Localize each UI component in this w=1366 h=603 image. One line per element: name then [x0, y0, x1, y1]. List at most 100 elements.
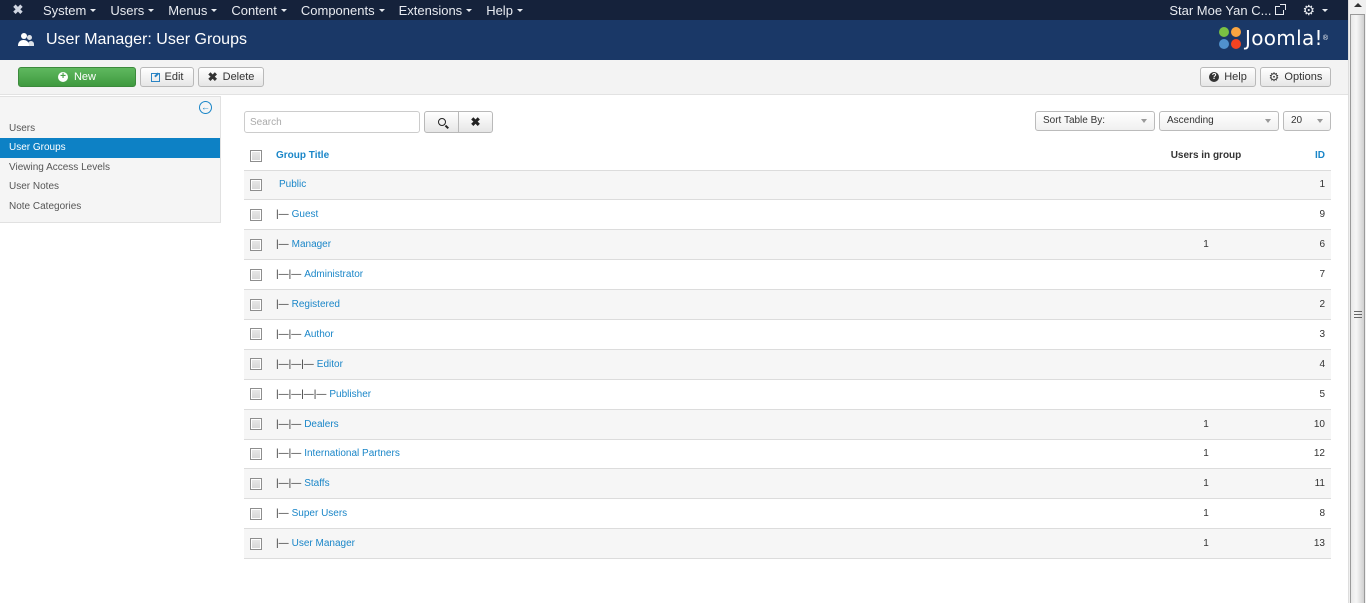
tree-indent: |— — [276, 538, 289, 550]
sidebar-menu: Users User Groups Viewing Access Levels … — [0, 119, 220, 216]
options-button[interactable]: ⚙ Options — [1260, 67, 1331, 87]
users-count — [1151, 379, 1261, 409]
row-checkbox[interactable] — [250, 268, 262, 281]
list-limit-select[interactable]: 20 — [1283, 111, 1331, 131]
order-direction-select[interactable]: Ascending — [1159, 111, 1279, 131]
joomla-logo-icon — [1218, 26, 1242, 50]
sidebar-item-note-categories[interactable]: Note Categories — [0, 197, 220, 216]
sidebar-item-users[interactable]: Users — [0, 119, 220, 138]
group-title-link[interactable]: Dealers — [304, 419, 338, 430]
search-button-group: ✖ — [424, 111, 493, 133]
site-link[interactable]: Star Moe Yan C... — [1169, 3, 1302, 18]
users-count: 1 — [1203, 418, 1209, 430]
scroll-up-arrow-icon[interactable] — [1354, 3, 1362, 7]
caret-down-icon — [1322, 8, 1328, 12]
menu-content[interactable]: Content — [224, 0, 294, 20]
joomla-logo: Joomla! ® — [1218, 26, 1328, 50]
joomla-icon[interactable]: ✖ — [0, 0, 36, 20]
table-header-row: Group Title Users in group ID — [244, 142, 1331, 170]
menu-components[interactable]: Components — [294, 0, 392, 20]
select-all-checkbox[interactable] — [250, 149, 262, 162]
sidebar-item-user-notes[interactable]: User Notes — [0, 177, 220, 196]
row-checkbox[interactable] — [250, 358, 262, 371]
settings-dropdown[interactable]: ⚙ — [1302, 2, 1348, 19]
scrollbar-thumb[interactable] — [1350, 14, 1365, 603]
tree-indent: |—|— — [276, 478, 302, 490]
users-count — [1151, 170, 1261, 200]
row-checkbox[interactable] — [250, 447, 262, 460]
table-row: |— Manager 1 6 — [244, 229, 1331, 260]
page: ✖ System Users Menus Content Components … — [0, 0, 1348, 603]
group-title-link[interactable]: Staffs — [304, 478, 329, 489]
menu-system[interactable]: System — [36, 0, 103, 20]
edit-button[interactable]: Edit — [140, 67, 194, 87]
table-row: |—|—|—|— Publisher 5 — [244, 379, 1331, 409]
search-button[interactable] — [425, 112, 458, 132]
gear-icon: ⚙ — [1268, 70, 1280, 84]
caret-down-icon — [1265, 119, 1271, 123]
sidebar-item-viewing-access-levels[interactable]: Viewing Access Levels — [0, 158, 220, 177]
row-checkbox[interactable] — [250, 388, 262, 401]
users-count — [1151, 200, 1261, 230]
caret-down-icon — [1141, 119, 1147, 123]
tree-indent: |—|—|— — [276, 358, 314, 370]
row-checkbox[interactable] — [250, 238, 262, 251]
menu-extensions[interactable]: Extensions — [392, 0, 480, 20]
row-checkbox[interactable] — [250, 208, 262, 221]
sort-by-id[interactable]: ID — [1261, 142, 1331, 170]
group-title-link[interactable]: Manager — [292, 239, 331, 250]
user-groups-table: Group Title Users in group ID Public 1 |— G… — [244, 142, 1331, 559]
row-checkbox[interactable] — [250, 537, 262, 550]
row-checkbox[interactable] — [250, 507, 262, 520]
tree-indent: |—|— — [276, 418, 302, 430]
tree-indent: |—|—|—|— — [276, 388, 327, 400]
row-checkbox[interactable] — [250, 298, 262, 311]
help-button[interactable]: ? Help — [1200, 67, 1256, 87]
arrow-left-circle-icon[interactable]: ← — [199, 101, 212, 114]
sort-by-title[interactable]: Group Title — [276, 150, 329, 161]
users-icon — [18, 32, 34, 48]
group-id: 10 — [1313, 418, 1325, 430]
main-menu: System Users Menus Content Components Ex… — [36, 0, 530, 20]
caret-down-icon — [211, 8, 218, 12]
group-title-link[interactable]: Super Users — [292, 508, 348, 519]
page-scrollbar[interactable] — [1348, 0, 1366, 603]
row-checkbox[interactable] — [250, 477, 262, 490]
group-id: 7 — [1319, 269, 1325, 281]
sort-table-select[interactable]: Sort Table By: — [1035, 111, 1155, 131]
group-id: 12 — [1313, 448, 1325, 460]
clear-button[interactable]: ✖ — [458, 112, 492, 132]
group-title-link[interactable]: Publisher — [329, 389, 371, 400]
delete-button[interactable]: ✖ Delete — [198, 67, 264, 87]
users-count: 1 — [1203, 239, 1209, 251]
group-title-link[interactable]: Editor — [317, 359, 343, 370]
new-button[interactable]: + New — [18, 67, 136, 87]
group-id: 2 — [1319, 299, 1325, 310]
menu-menus[interactable]: Menus — [161, 0, 224, 20]
caret-down-icon — [148, 8, 155, 12]
tree-indent: |— — [276, 239, 289, 251]
tree-indent: |— — [276, 299, 289, 310]
users-count: 1 — [1203, 538, 1209, 550]
row-checkbox[interactable] — [250, 328, 262, 341]
row-checkbox[interactable] — [250, 418, 262, 431]
sidebar-item-user-groups[interactable]: User Groups — [0, 138, 220, 158]
page-title: User Manager: User Groups — [46, 31, 247, 48]
plus-circle-icon: + — [57, 72, 68, 82]
menu-users[interactable]: Users — [103, 0, 161, 20]
table-row: |—|— Dealers 1 10 — [244, 409, 1331, 440]
group-title-link[interactable]: Public — [279, 179, 306, 190]
group-title-link[interactable]: Registered — [292, 299, 340, 310]
group-title-link[interactable]: User Manager — [292, 538, 355, 549]
table-row: |—|— Staffs 1 11 — [244, 468, 1331, 499]
row-checkbox[interactable] — [250, 178, 262, 191]
caret-down-icon — [466, 8, 473, 12]
toolbar: + New Edit ✖ Delete ? Help ⚙ Options — [0, 60, 1348, 95]
search-input[interactable] — [244, 111, 420, 133]
menu-help[interactable]: Help — [479, 0, 530, 20]
group-title-link[interactable]: Administrator — [304, 269, 363, 280]
gear-icon: ⚙ — [1302, 1, 1315, 18]
group-title-link[interactable]: International Partners — [304, 448, 400, 459]
group-title-link[interactable]: Author — [304, 329, 333, 340]
group-title-link[interactable]: Guest — [292, 209, 319, 220]
